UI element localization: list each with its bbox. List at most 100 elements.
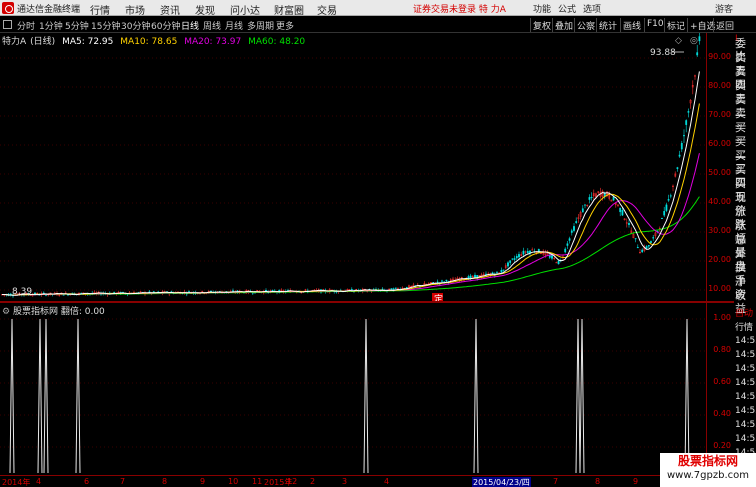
date-tick: 9 — [200, 477, 206, 486]
ma10-label: MA10: 78.65 — [120, 37, 178, 47]
candlesticks — [1, 33, 701, 298]
menu-trade[interactable]: 交易 — [317, 2, 337, 17]
settings-icon[interactable]: ⚙ — [2, 307, 10, 317]
candle-body — [669, 195, 672, 197]
quote-label: 行情 — [735, 323, 754, 333]
diamond-icon[interactable]: ◇ — [675, 36, 682, 46]
time-label: 14:55 — [735, 364, 756, 374]
tab-1min[interactable]: 1分钟 — [39, 19, 63, 32]
login-warning[interactable]: 证券交易未登录 特 力A — [413, 2, 506, 15]
menu-ask[interactable]: 问小达 — [230, 2, 260, 17]
candle-body — [557, 260, 560, 265]
candle-body — [518, 254, 520, 258]
ma5-label: MA5: 72.95 — [62, 37, 114, 47]
tab-5min[interactable]: 5分钟 — [65, 19, 89, 32]
candle-body — [485, 273, 487, 275]
overlay-button[interactable]: 叠加 — [552, 18, 575, 32]
signal-spike — [575, 318, 581, 474]
candle-body — [636, 247, 639, 249]
candle-body — [548, 255, 551, 258]
date-tick: 11 — [252, 477, 263, 486]
date-tick: 7 — [553, 477, 559, 486]
time-label: 14:55 — [735, 378, 756, 388]
watermark: 股票指标网 www.7gpzb.com — [660, 453, 756, 487]
time-label: 14:55 — [735, 406, 756, 416]
quote-panel: L 委比 卖五 卖四 卖三 卖二 卖一 买一 买二 买三 买四 买五 现价 涨跌… — [734, 33, 756, 315]
layout-toggle-icon[interactable] — [3, 20, 12, 29]
grid-lines — [0, 57, 706, 291]
candle-body — [551, 255, 553, 259]
price-axis: 90.00 80.00 70.00 60.00 50.00 40.00 30.0… — [706, 33, 734, 301]
date-tick: 4 — [384, 477, 390, 486]
marker-label: 定 — [434, 293, 443, 301]
candle-body — [474, 274, 476, 278]
tab-more[interactable]: 更多 — [276, 19, 294, 32]
mark-button[interactable]: 标记 — [664, 18, 687, 32]
date-tick: 3 — [342, 477, 348, 486]
tab-15min[interactable]: 15分钟 — [91, 19, 120, 32]
candle-body — [680, 143, 683, 150]
indicator-chart[interactable] — [0, 303, 706, 475]
menu-quotes[interactable]: 行情 — [90, 2, 110, 17]
signal-spike — [9, 318, 15, 474]
candle-body — [500, 270, 503, 273]
menu-discover[interactable]: 发现 — [195, 2, 215, 17]
watermark-title: 股票指标网 — [677, 454, 738, 468]
signal-spike — [37, 318, 43, 474]
guest-label[interactable]: 游客 — [715, 2, 733, 15]
candle-body — [271, 289, 274, 291]
tick-time-panel: 自动 行情 14:55 14:55 14:55 14:55 14:55 14:5… — [734, 303, 756, 475]
grid-lines — [0, 318, 706, 448]
period-label: (日线) — [30, 37, 56, 47]
candle-body — [62, 294, 65, 296]
menu-options[interactable]: 选项 — [583, 2, 601, 15]
price-tick: 30.00 — [708, 226, 731, 235]
menu-function[interactable]: 功能 — [533, 2, 551, 15]
candle-body — [511, 258, 514, 260]
date-tick: 10 — [228, 477, 239, 486]
candle-body — [507, 262, 509, 267]
indicator-spikes — [9, 318, 690, 474]
back-button[interactable]: 返回 — [713, 18, 736, 32]
auto-label[interactable]: 自动 — [735, 306, 753, 319]
signal-spike — [43, 318, 49, 474]
tab-weekly[interactable]: 周线 — [203, 19, 221, 32]
price-tick: 80.00 — [708, 81, 731, 90]
menu-formula[interactable]: 公式 — [558, 2, 576, 15]
tab-60min[interactable]: 60分钟 — [151, 19, 180, 32]
time-label: 14:55 — [735, 336, 756, 346]
tab-multi-period[interactable]: 多周期 — [247, 19, 274, 32]
candle-body — [522, 250, 525, 255]
menu-news[interactable]: 资讯 — [160, 2, 180, 17]
candle-body — [628, 223, 630, 225]
f10-button[interactable]: F10 — [644, 18, 666, 32]
candle-body — [436, 281, 439, 283]
restore-rights-button[interactable]: 复权 — [530, 18, 553, 32]
kline-chart[interactable]: 93.88 8.39 定 ◇ ◎ — [0, 33, 706, 301]
price-tick: 50.00 — [708, 168, 731, 177]
candle-body — [581, 208, 584, 213]
menu-wealth[interactable]: 财富圈 — [274, 2, 304, 17]
signal-spike — [363, 318, 369, 474]
menu-market[interactable]: 市场 — [125, 2, 145, 17]
zoom-icon[interactable]: ◎ — [690, 36, 698, 46]
app-title: 通达信金融终端 — [17, 5, 81, 15]
draw-line-button[interactable]: 画线 — [620, 18, 643, 32]
date-tick: 2015年 — [264, 478, 293, 487]
candle-body — [612, 196, 615, 201]
candle-body — [573, 226, 575, 231]
candle-body — [469, 275, 472, 279]
date-axis: 2014年 4 6 7 8 9 10 11 12 2015年 2 3 4 201… — [0, 475, 706, 487]
candle-body — [526, 251, 529, 254]
candle-body — [667, 199, 670, 201]
tab-monthly[interactable]: 月线 — [225, 19, 243, 32]
public-watch-button[interactable]: 公察 — [574, 18, 597, 32]
tab-30min[interactable]: 30分钟 — [121, 19, 150, 32]
candle-body — [232, 290, 234, 292]
statistics-button[interactable]: 统计 — [596, 18, 619, 32]
indicator-tick: 0.60 — [713, 377, 731, 386]
tab-minute[interactable]: 分时 — [17, 19, 35, 32]
tab-daily[interactable]: 日线 — [181, 19, 199, 32]
candle-body — [685, 120, 688, 125]
candle-body — [570, 230, 573, 233]
